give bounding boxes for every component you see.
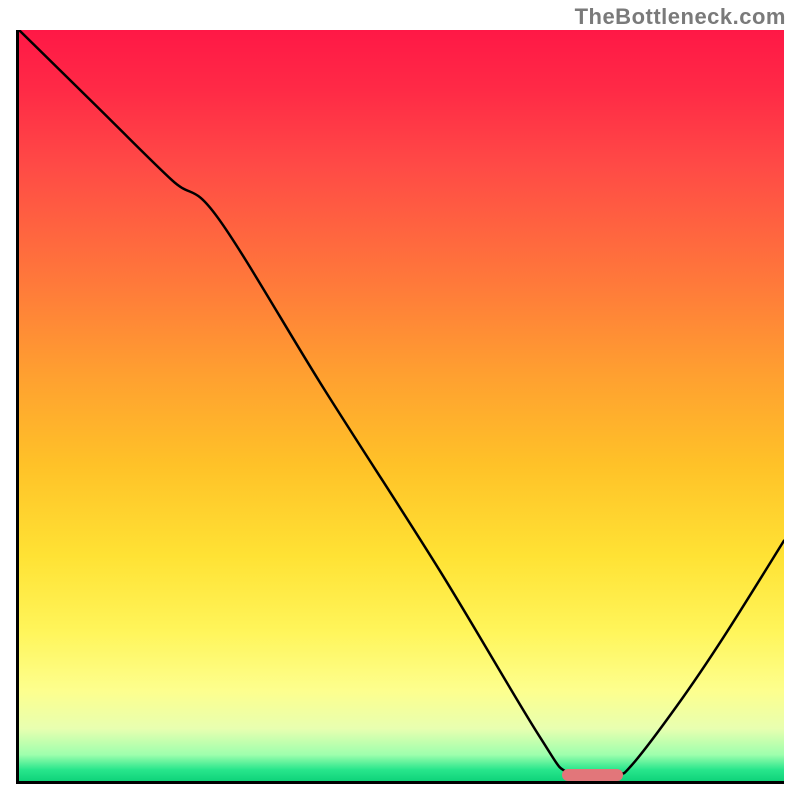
watermark-text: TheBottleneck.com xyxy=(575,4,786,30)
chart-line-series xyxy=(19,30,784,781)
optimal-range-marker xyxy=(562,769,623,781)
chart-plot-area xyxy=(19,30,784,781)
